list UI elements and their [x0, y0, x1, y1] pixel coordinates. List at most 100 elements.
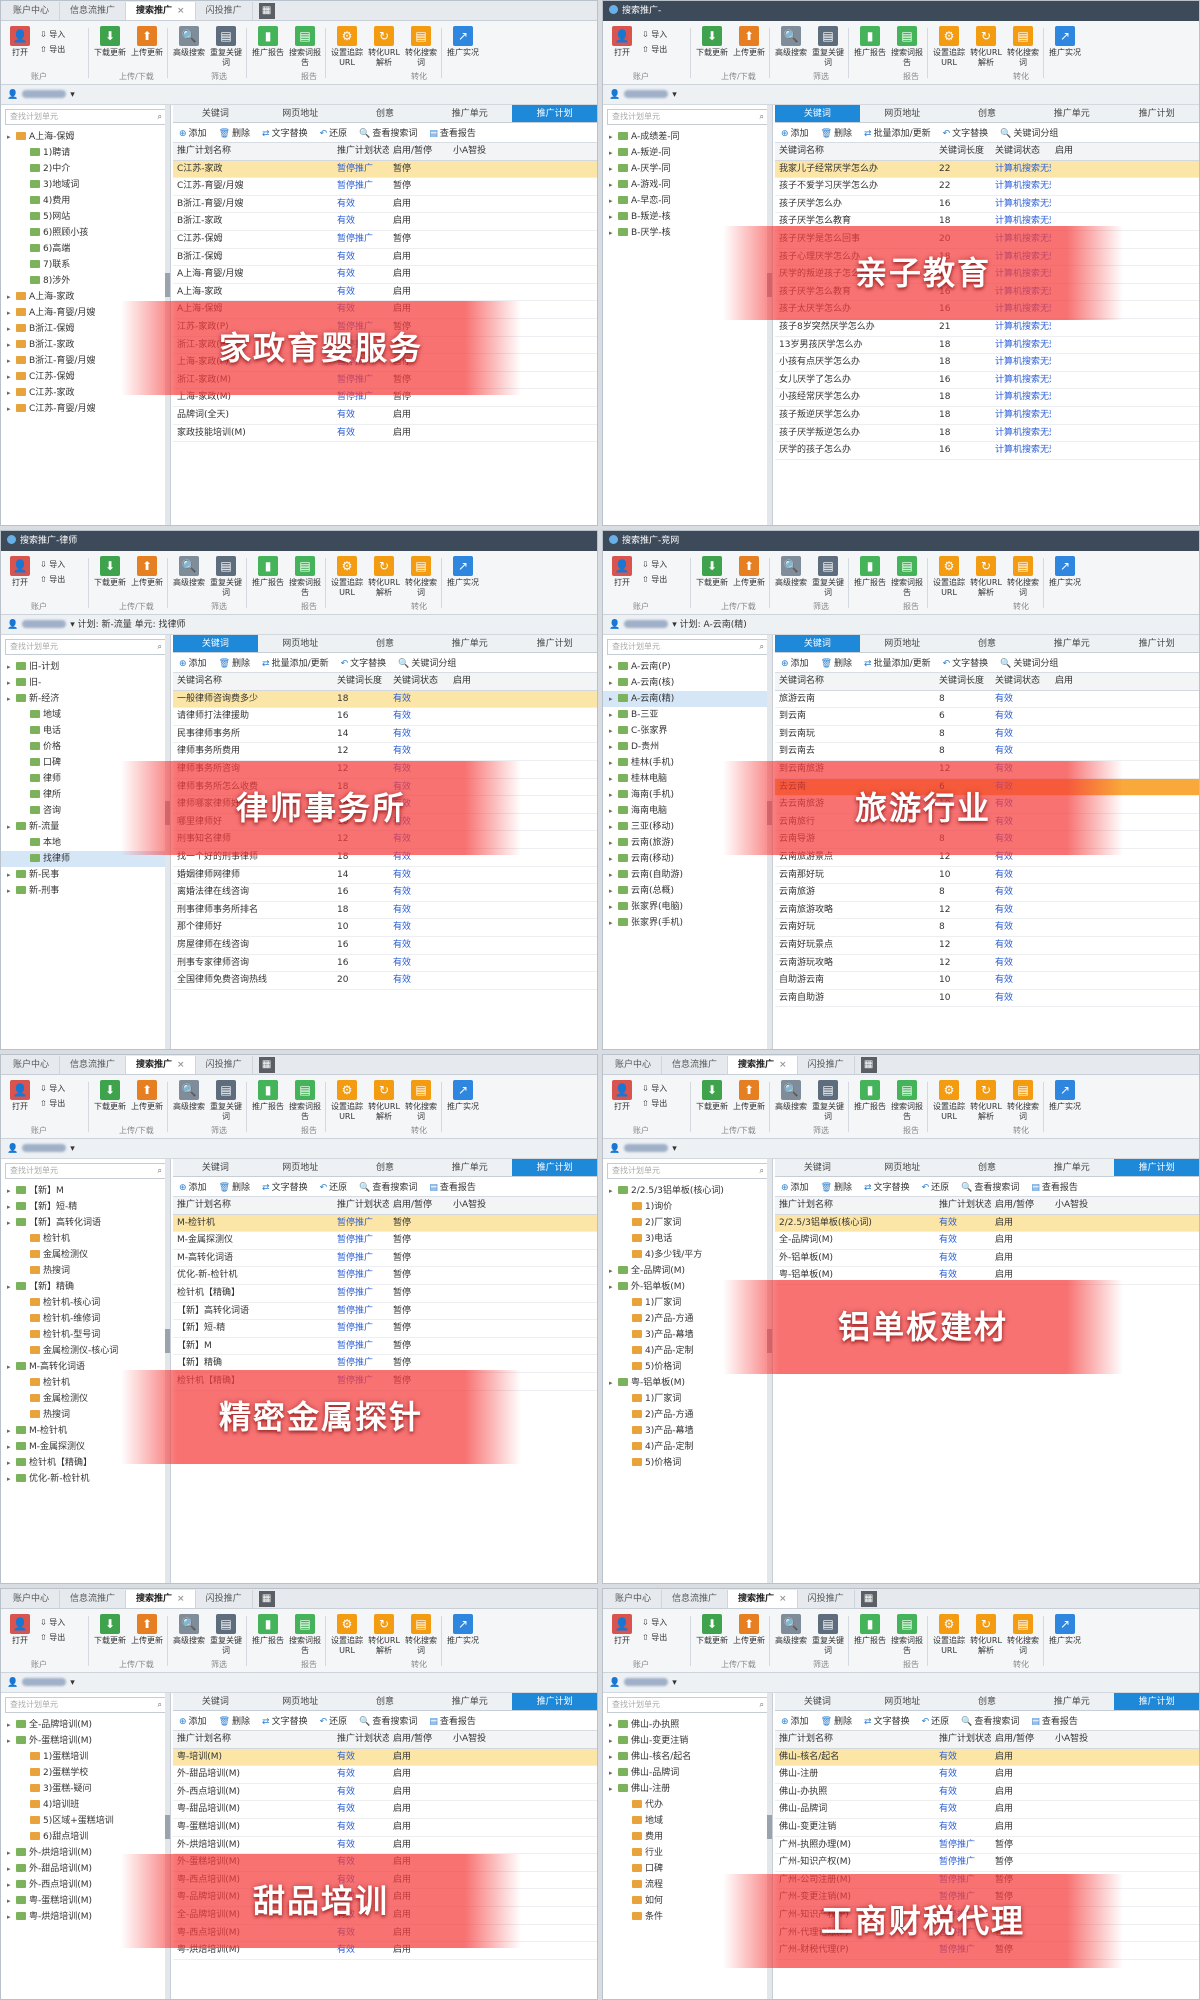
scrollbar-thumb[interactable] — [165, 273, 170, 297]
expand-toggle-icon[interactable]: ▸ — [609, 1717, 618, 1733]
grid-tool-button[interactable]: ⇄ 文字替换 — [262, 1180, 308, 1193]
expand-toggle-icon[interactable]: ▸ — [609, 883, 618, 899]
expand-toggle-icon[interactable]: ▸ — [7, 1183, 16, 1199]
tree-node[interactable]: ▸ 【新】高转化词语 — [1, 1215, 170, 1231]
content-tab[interactable]: 关键词 — [775, 1159, 860, 1176]
column-header[interactable]: 启用/暂停 — [991, 1731, 1051, 1748]
tree-node[interactable]: 热搜词 — [1, 1263, 170, 1279]
expand-toggle-icon[interactable]: ▸ — [7, 1733, 16, 1749]
window-tab[interactable]: 搜索推广 × — [728, 1590, 798, 1608]
tree-node[interactable]: ▸ 佛山-办执照 — [603, 1717, 772, 1733]
grid-tool-button[interactable]: ⇄ 文字替换 — [262, 126, 308, 139]
column-header[interactable]: 启用/暂停 — [389, 1197, 449, 1214]
expand-toggle-icon[interactable]: ▸ — [609, 803, 618, 819]
tree-node[interactable]: 6)甜点培训 — [1, 1829, 170, 1845]
window-tab[interactable]: 闪投推广 — [798, 1056, 855, 1074]
grid-tool-button[interactable]: ⇄ 文字替换 — [864, 1180, 910, 1193]
expand-toggle-icon[interactable]: ▸ — [609, 1749, 618, 1765]
content-tab[interactable]: 推广单元 — [1029, 105, 1114, 122]
expand-toggle-icon[interactable]: ▸ — [7, 691, 16, 707]
grid-menu-icon[interactable]: ▦ — [860, 1057, 877, 1073]
content-tab[interactable]: 网页地址 — [258, 1159, 343, 1176]
tree-node[interactable]: 检针机-型号词 — [1, 1327, 170, 1343]
expand-toggle-icon[interactable]: ▸ — [609, 193, 618, 209]
content-tab[interactable]: 推广计划 — [512, 1159, 597, 1176]
export-button[interactable]: ⇧ 导出 — [642, 1096, 690, 1111]
grid-tool-button[interactable]: 🗑 删除 — [219, 1180, 250, 1193]
window-tab[interactable]: 闪投推广 — [196, 1056, 253, 1074]
expand-toggle-icon[interactable]: ▸ — [609, 1733, 618, 1749]
table-row[interactable]: 请律师打法律援助 16 有效 — [173, 708, 597, 726]
column-header[interactable]: 小A智投 — [1051, 1731, 1111, 1748]
tree-node[interactable]: ▸ 新-经济 — [1, 691, 170, 707]
expand-toggle-icon[interactable]: ▸ — [7, 369, 16, 385]
grid-tool-button[interactable]: ⇄ 批量添加/更新 — [262, 656, 329, 669]
promotion-live-button[interactable]: ↗ 推广实况 — [1048, 554, 1082, 614]
grid-tool-button[interactable]: 🔍 查看搜索词 — [359, 126, 417, 139]
expand-toggle-icon[interactable]: ▸ — [609, 771, 618, 787]
column-header[interactable]: 启用 — [449, 673, 509, 690]
expand-toggle-icon[interactable]: ▸ — [7, 1215, 16, 1231]
expand-toggle-icon[interactable]: ▸ — [609, 915, 618, 931]
expand-toggle-icon[interactable]: ▸ — [7, 385, 16, 401]
scrollbar-thumb[interactable] — [165, 1815, 170, 1840]
tree-node[interactable]: 费用 — [603, 1829, 772, 1845]
table-row[interactable]: B浙江-家政 有效 启用 — [173, 213, 597, 231]
close-icon[interactable]: × — [177, 1060, 185, 1070]
table-row[interactable]: 【新】高转化词语 暂停推广 暂停 — [173, 1303, 597, 1321]
grid-tool-button[interactable]: ⇄ 文字替换 — [864, 1714, 910, 1727]
window-tab[interactable]: 信息流推广 — [60, 1056, 127, 1074]
column-header[interactable]: 推广计划状态 — [935, 1731, 991, 1748]
set-tracking-url-button[interactable]: ⚙ 设置追踪URL — [932, 24, 966, 84]
grid-tool-button[interactable]: ⊕ 添加 — [179, 126, 207, 139]
expand-toggle-icon[interactable]: ▸ — [609, 707, 618, 723]
grid-tool-button[interactable]: 🔍 查看搜索词 — [961, 1180, 1019, 1193]
content-tab[interactable]: 创意 — [343, 105, 428, 122]
tree-node[interactable]: 4)培训班 — [1, 1797, 170, 1813]
expand-toggle-icon[interactable]: ▸ — [609, 177, 618, 193]
import-button[interactable]: ⇩ 导入 — [642, 557, 690, 572]
promotion-report-button[interactable]: ▮ 推广报告 — [853, 1612, 887, 1672]
table-row[interactable]: 女儿厌学了怎么办 16 计算机搜索无效 — [775, 372, 1199, 390]
table-row[interactable]: 到云南去 8 有效 — [775, 743, 1199, 761]
export-button[interactable]: ⇧ 导出 — [40, 1630, 88, 1645]
tree-node[interactable]: ▸ 佛山-注册 — [603, 1781, 772, 1797]
chevron-down-icon[interactable]: ▾ — [70, 1144, 75, 1154]
scrollbar-thumb[interactable] — [165, 1328, 170, 1353]
tree-node[interactable]: 金属检测仪-核心词 — [1, 1343, 170, 1359]
expand-toggle-icon[interactable]: ▸ — [609, 161, 618, 177]
tree-node[interactable]: ▸ 【新】短-精 — [1, 1199, 170, 1215]
expand-toggle-icon[interactable]: ▸ — [7, 401, 16, 417]
expand-toggle-icon[interactable]: ▸ — [7, 1909, 16, 1925]
grid-tool-button[interactable]: ⊕ 添加 — [781, 1180, 809, 1193]
grid-tool-button[interactable]: ↶ 文字替换 — [341, 656, 387, 669]
expand-toggle-icon[interactable]: ▸ — [609, 691, 618, 707]
content-tab[interactable]: 创意 — [343, 1159, 428, 1176]
grid-tool-button[interactable]: ⊕ 添加 — [179, 1714, 207, 1727]
table-row[interactable]: 孩子厌学怎么办 16 计算机搜索无效 — [775, 196, 1199, 214]
grid-tool-button[interactable]: ▤ 查看报告 — [1031, 1714, 1078, 1727]
window-tab[interactable]: 搜索推广 × — [126, 1056, 196, 1074]
tree-scrollbar[interactable] — [165, 1693, 170, 1999]
grid-menu-icon[interactable]: ▦ — [258, 1057, 275, 1073]
content-tab[interactable]: 创意 — [945, 105, 1030, 122]
table-row[interactable]: 孩子叛逆厌学怎么办 18 计算机搜索无效 — [775, 407, 1199, 425]
conversion-url-button[interactable]: ↻ 转化URL解析 — [367, 554, 401, 614]
scrollbar-thumb[interactable] — [767, 1815, 772, 1840]
expand-toggle-icon[interactable]: ▸ — [609, 1279, 618, 1295]
expand-toggle-icon[interactable]: ▸ — [7, 289, 16, 305]
tree-node[interactable]: ▸ 云南(自助游) — [603, 867, 772, 883]
expand-toggle-icon[interactable]: ▸ — [7, 883, 16, 899]
table-row[interactable]: 粤-培训(M) 有效 启用 — [173, 1748, 597, 1767]
expand-toggle-icon[interactable]: ▸ — [7, 659, 16, 675]
grid-menu-icon[interactable]: ▦ — [258, 3, 275, 19]
expand-toggle-icon[interactable]: ▸ — [609, 1765, 618, 1781]
promotion-report-button[interactable]: ▮ 推广报告 — [853, 24, 887, 84]
tree-node[interactable]: 2)蛋糕学校 — [1, 1765, 170, 1781]
tree-node[interactable]: ▸ 全-品牌培训(M) — [1, 1717, 170, 1733]
table-row[interactable]: A上海-育婴/月嫂 有效 启用 — [173, 266, 597, 284]
table-row[interactable]: 婚姻律师网律师 14 有效 — [173, 867, 597, 885]
grid-tool-button[interactable]: ↶ 还原 — [320, 1180, 348, 1193]
tree-node[interactable]: ▸ 云南(总概) — [603, 883, 772, 899]
table-row[interactable]: M-高转化词语 暂停推广 暂停 — [173, 1250, 597, 1268]
